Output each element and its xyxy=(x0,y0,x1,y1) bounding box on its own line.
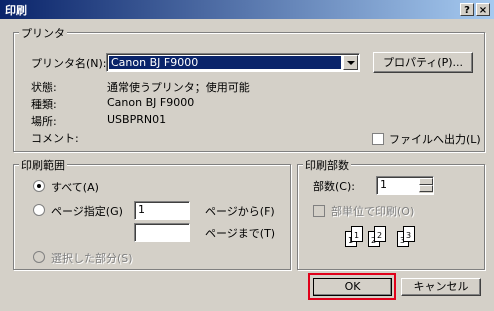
cancel-button[interactable]: キャンセル xyxy=(401,278,481,296)
properties-button[interactable]: プロパティ(P)... xyxy=(373,52,473,73)
status-label: 状態: xyxy=(31,81,57,94)
window-title: 印刷 xyxy=(5,4,27,17)
where-value: USBPRN01 xyxy=(107,113,167,126)
page-from-label: ページから(F) xyxy=(205,205,275,218)
printer-name-combobox[interactable]: Canon BJ F9000 xyxy=(106,53,360,72)
range-all-label[interactable]: すべて(A) xyxy=(51,179,99,195)
range-pages-radio[interactable] xyxy=(33,204,45,216)
range-all-radio[interactable] xyxy=(33,180,45,192)
type-value: Canon BJ F9000 xyxy=(107,96,195,109)
chevron-down-icon xyxy=(347,61,355,65)
page-icon: 3 xyxy=(403,226,415,242)
type-label: 種類: xyxy=(31,98,57,111)
close-button[interactable]: × xyxy=(476,3,490,16)
where-label: 場所: xyxy=(31,115,57,128)
printer-name-label: プリンタ名(N): xyxy=(31,57,107,70)
range-selection-radio[interactable] xyxy=(33,251,45,263)
comment-label: コメント: xyxy=(31,132,79,145)
range-pages-label[interactable]: ページ指定(G) xyxy=(51,203,123,219)
print-to-file-checkbox[interactable] xyxy=(372,133,384,145)
copies-group-label: 印刷部数 xyxy=(303,157,351,173)
printer-group-label: プリンタ xyxy=(19,25,67,41)
page-to-label: ページまで(T) xyxy=(205,227,276,240)
page-icon: 2 xyxy=(374,226,386,242)
collate-checkbox[interactable] xyxy=(313,205,325,217)
collate-label[interactable]: 部単位で印刷(O) xyxy=(331,203,414,219)
page-to-input[interactable] xyxy=(134,223,190,242)
spin-down-button[interactable] xyxy=(419,185,433,192)
range-selection-label[interactable]: 選択した部分(S) xyxy=(51,250,133,266)
ok-button[interactable]: OK xyxy=(313,278,392,296)
printer-name-value: Canon BJ F9000 xyxy=(109,56,341,69)
help-button[interactable]: ? xyxy=(460,3,474,16)
copies-spinner[interactable] xyxy=(419,178,433,193)
title-bar: 印刷 ? × xyxy=(0,0,494,19)
status-value: 通常使うプリンタ；使用可能 xyxy=(107,81,250,94)
print-to-file-label[interactable]: ファイルへ出力(L) xyxy=(389,131,481,147)
page-from-input[interactable]: 1 xyxy=(134,201,190,220)
copies-label: 部数(C): xyxy=(313,180,355,193)
page-icon: 1 xyxy=(351,226,363,242)
print-range-group-label: 印刷範囲 xyxy=(19,157,67,173)
spin-up-button[interactable] xyxy=(419,178,433,185)
print-dialog: 印刷 ? × プリンタ プリンタ名(N): Canon BJ F9000 プロパ… xyxy=(0,0,494,311)
dropdown-arrow-button[interactable] xyxy=(343,55,358,70)
